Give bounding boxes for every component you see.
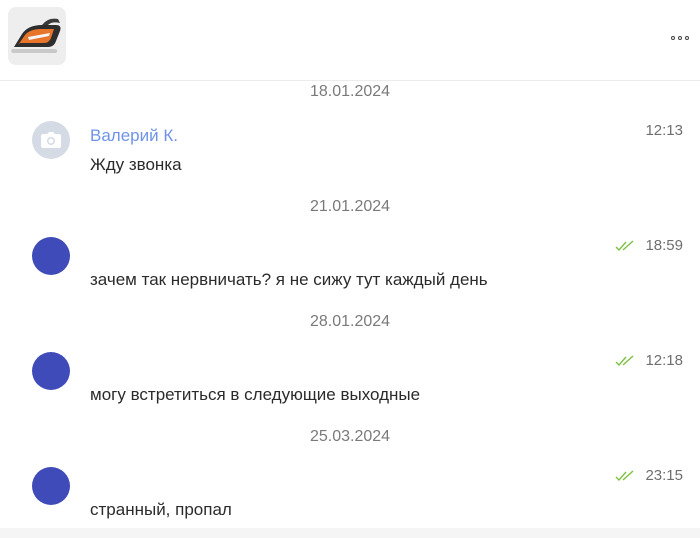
composer-edge <box>0 528 700 538</box>
message-meta: 23:15 <box>615 467 683 484</box>
message-time: 23:15 <box>645 467 683 484</box>
message-time: 12:18 <box>645 352 683 369</box>
chat-header <box>0 0 700 81</box>
message-meta: 12:18 <box>615 352 683 369</box>
date-separator: 18.01.2024 <box>309 83 391 100</box>
message-text: странный, пропал <box>90 500 232 519</box>
avatar[interactable] <box>32 121 70 159</box>
more-dots-icon <box>685 36 689 40</box>
date-separator: 21.01.2024 <box>309 198 391 215</box>
message-time: 18:59 <box>645 237 683 254</box>
sender-name[interactable]: Валерий К. <box>90 126 178 146</box>
message-text: зачем так нервничать? я не сижу тут кажд… <box>90 270 488 289</box>
camera-placeholder-icon <box>41 132 61 148</box>
avatar[interactable] <box>32 237 70 275</box>
message-meta: 18:59 <box>615 237 683 254</box>
double-check-icon <box>615 354 634 366</box>
message-text: Жду звонка <box>90 155 182 174</box>
date-separator: 25.03.2024 <box>309 428 391 445</box>
message-meta: 12:13 <box>645 122 683 139</box>
more-options-button[interactable] <box>666 26 694 50</box>
date-separator: 28.01.2024 <box>309 313 391 330</box>
avatar[interactable] <box>32 467 70 505</box>
message-text: могу встретиться в следующие выходные <box>90 385 421 404</box>
message-time: 12:13 <box>645 122 683 139</box>
double-check-icon <box>615 469 634 481</box>
more-dots-icon <box>671 36 675 40</box>
double-check-icon <box>615 239 634 251</box>
product-thumbnail[interactable] <box>8 7 66 65</box>
more-dots-icon <box>678 36 682 40</box>
avatar[interactable] <box>32 352 70 390</box>
clothes-iron-image <box>8 7 66 65</box>
